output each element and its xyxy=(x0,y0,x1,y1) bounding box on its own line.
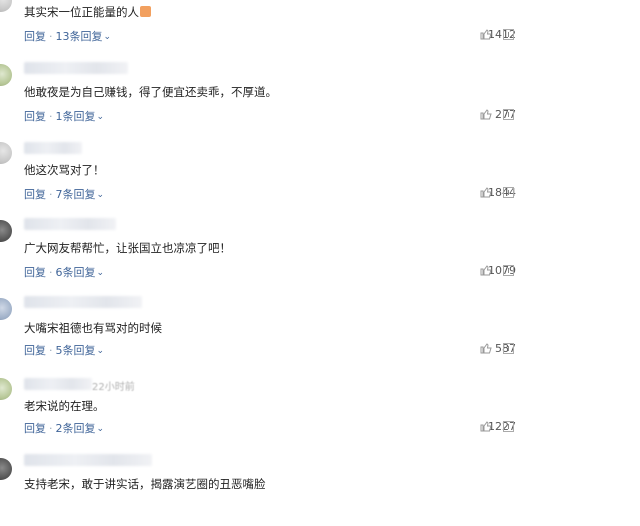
view-replies-button[interactable]: 1条回复⌄ xyxy=(56,110,105,123)
separator: · xyxy=(49,188,53,201)
chevron-down-icon: ⌄ xyxy=(96,424,105,434)
separator: · xyxy=(49,422,53,435)
more-icon[interactable] xyxy=(503,29,514,40)
comment-time: 22小时前 xyxy=(92,382,135,393)
more-icon[interactable] xyxy=(503,265,514,276)
reply-button[interactable]: 回复 xyxy=(24,30,46,43)
comment-item: 22小时前 老宋说的在理。 回复 · 2条回复⌄ 1227 xyxy=(0,370,640,448)
reply-button[interactable]: 回复 xyxy=(24,422,46,435)
more-icon[interactable] xyxy=(503,187,514,198)
reply-button[interactable]: 回复 xyxy=(24,188,46,201)
comment-text: 广大网友帮帮忙，让张国立也凉凉了吧！ xyxy=(24,241,231,255)
comment-item: 支持老宋，敢于讲实话，揭露演艺圈的丑恶嘴脸 xyxy=(0,448,640,526)
chevron-down-icon: ⌄ xyxy=(96,346,105,356)
avatar[interactable] xyxy=(0,298,12,320)
chevron-down-icon: ⌄ xyxy=(96,268,105,278)
avatar[interactable] xyxy=(0,142,12,164)
separator: · xyxy=(49,344,53,357)
username-blurred[interactable] xyxy=(24,454,152,466)
username-blurred[interactable] xyxy=(24,296,142,308)
username-blurred[interactable] xyxy=(24,62,128,74)
comment-item: 大嘴宋祖德也有骂对的时候 回复 · 5条回复⌄ 587 xyxy=(0,292,640,370)
comment-actions: 回复 · 1条回复⌄ xyxy=(24,108,104,124)
comment-item: 他敢夜是为自己赚钱，得了便宜还卖乖，不厚道。 回复 · 1条回复⌄ 277 xyxy=(0,58,640,136)
thumbs-up-icon[interactable] xyxy=(480,420,492,432)
thumbs-up-emoji-icon xyxy=(140,6,151,17)
thumbs-up-icon[interactable] xyxy=(480,108,492,120)
view-replies-button[interactable]: 7条回复⌄ xyxy=(56,188,105,201)
separator: · xyxy=(49,110,53,123)
more-icon[interactable] xyxy=(503,343,514,354)
thumbs-up-icon[interactable] xyxy=(480,342,492,354)
comment-actions: 回复 · 6条回复⌄ xyxy=(24,264,104,280)
chevron-down-icon: ⌄ xyxy=(96,112,105,122)
view-replies-button[interactable]: 2条回复⌄ xyxy=(56,422,105,435)
separator: · xyxy=(49,30,53,43)
view-replies-button[interactable]: 6条回复⌄ xyxy=(56,266,105,279)
comment-item: 他这次骂对了！ 回复 · 7条回复⌄ 1844 xyxy=(0,136,640,214)
more-icon[interactable] xyxy=(503,109,514,120)
reply-button[interactable]: 回复 xyxy=(24,266,46,279)
comment-text: 大嘴宋祖德也有骂对的时候 xyxy=(24,321,162,335)
thumbs-up-icon[interactable] xyxy=(480,186,492,198)
comment-text: 老宋说的在理。 xyxy=(24,399,105,413)
chevron-down-icon: ⌄ xyxy=(96,190,105,200)
reply-button[interactable]: 回复 xyxy=(24,344,46,357)
comment-actions: 回复 · 2条回复⌄ xyxy=(24,420,104,436)
chevron-down-icon: ⌄ xyxy=(103,32,112,42)
comment-text: 他敢夜是为自己赚钱，得了便宜还卖乖，不厚道。 xyxy=(24,85,277,99)
avatar[interactable] xyxy=(0,64,12,86)
thumbs-up-icon[interactable] xyxy=(480,264,492,276)
avatar[interactable] xyxy=(0,220,12,242)
username-blurred[interactable] xyxy=(24,378,92,390)
avatar[interactable] xyxy=(0,378,12,400)
comment-actions: 回复 · 5条回复⌄ xyxy=(24,342,104,358)
username-blurred[interactable] xyxy=(24,142,82,154)
comment-text: 其实宋一位正能量的人 xyxy=(24,4,151,20)
thumbs-up-icon[interactable] xyxy=(480,28,492,40)
more-icon[interactable] xyxy=(503,421,514,432)
view-replies-button[interactable]: 5条回复⌄ xyxy=(56,344,105,357)
avatar[interactable] xyxy=(0,0,12,12)
avatar[interactable] xyxy=(0,458,12,480)
view-replies-button[interactable]: 13条回复⌄ xyxy=(56,30,112,43)
comment-item: 广大网友帮帮忙，让张国立也凉凉了吧！ 回复 · 6条回复⌄ 1079 xyxy=(0,214,640,292)
separator: · xyxy=(49,266,53,279)
comment-text: 支持老宋，敢于讲实话，揭露演艺圈的丑恶嘴脸 xyxy=(24,477,266,491)
comment-actions: 回复 · 7条回复⌄ xyxy=(24,186,104,202)
username-blurred[interactable] xyxy=(24,218,116,230)
comment-text: 他这次骂对了！ xyxy=(24,163,105,177)
comment-actions: 回复 · 13条回复⌄ xyxy=(24,28,111,44)
reply-button[interactable]: 回复 xyxy=(24,110,46,123)
